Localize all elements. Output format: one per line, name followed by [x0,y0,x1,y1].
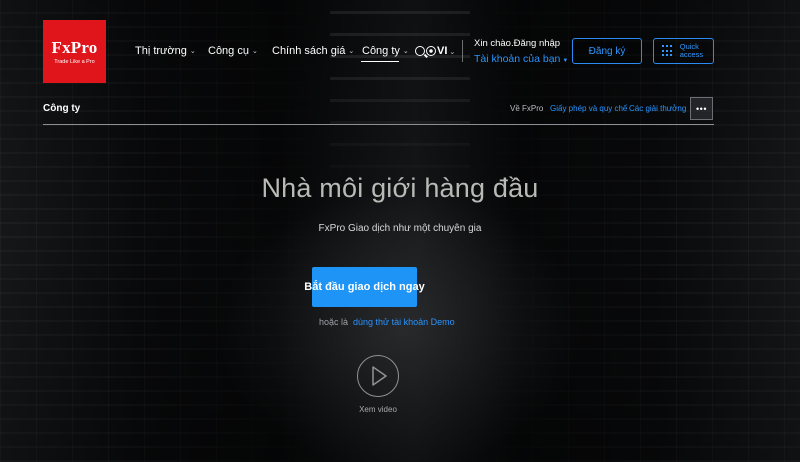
header-divider [462,40,463,62]
nav-item-label: Công ty [362,45,400,57]
subnav-awards[interactable]: Các giải thưởng [629,104,686,113]
account-menu[interactable]: Tài khoản của bạn ▼ [474,53,568,65]
logo-tagline: Trade Like a Pro [54,59,95,65]
subnav-divider [43,124,714,125]
nav-item-company[interactable]: Công ty ⌄ [362,45,409,57]
more-button[interactable]: ••• [690,97,713,120]
demo-line: hoặc là dùng thử tài khoản Demo [319,317,455,327]
demo-account-link[interactable]: dùng thử tài khoản Demo [353,317,455,327]
subnav-about[interactable]: Về FxPro [510,104,543,113]
hero-title: Nhà môi giới hàng đầu [261,173,539,203]
fxpro-logo[interactable]: FxPro Trade Like a Pro [43,20,106,83]
quick-access-label: Quick access [679,42,704,59]
account-label: Tài khoản của bạn [474,53,561,65]
register-button[interactable]: Đăng ký [572,38,642,64]
nav-item-label: Chính sách giá [272,45,346,57]
quick-access-button[interactable]: Quick access [653,38,714,64]
language-selector[interactable]: VI ⌄ [437,45,455,57]
nav-item-label: Công cụ [208,45,249,57]
globe-icon[interactable] [426,46,436,56]
play-icon [371,365,387,386]
or-text: hoặc là [319,317,349,327]
play-video-button[interactable] [357,355,399,397]
chevron-down-icon: ⌄ [251,48,258,55]
nav-item-tools[interactable]: Công cụ ⌄ [208,45,258,57]
caret-down-icon: ▼ [562,58,569,64]
more-dots-icon: ••• [696,103,707,114]
nav-item-markets[interactable]: Thị trường ⌄ [135,45,196,57]
nav-item-pricing[interactable]: Chính sách giá ⌄ [272,45,354,57]
search-icon[interactable] [415,46,425,56]
subnav-licenses[interactable]: Giấy phép và quy chế [550,104,627,113]
nav-active-indicator [361,61,399,62]
language-code: VI [437,45,448,57]
section-title: Công ty [43,103,81,114]
logo-wordmark: FxPro [51,38,98,57]
chevron-down-icon: ⌄ [348,48,355,55]
hero-subtitle: FxPro Giao dịch như một chuyên gia [318,223,482,234]
nav-item-label: Thị trường [135,45,187,57]
start-trading-button[interactable]: Bắt đầu giao dịch ngay [304,267,425,307]
watch-video-label[interactable]: Xem video [0,405,756,414]
chevron-down-icon: ⌄ [402,48,409,55]
login-greeting[interactable]: Xin chào.Đăng nhập [474,38,560,49]
chevron-down-icon: ⌄ [189,48,196,55]
chevron-down-icon: ⌄ [449,49,456,56]
grid-icon [662,45,674,57]
